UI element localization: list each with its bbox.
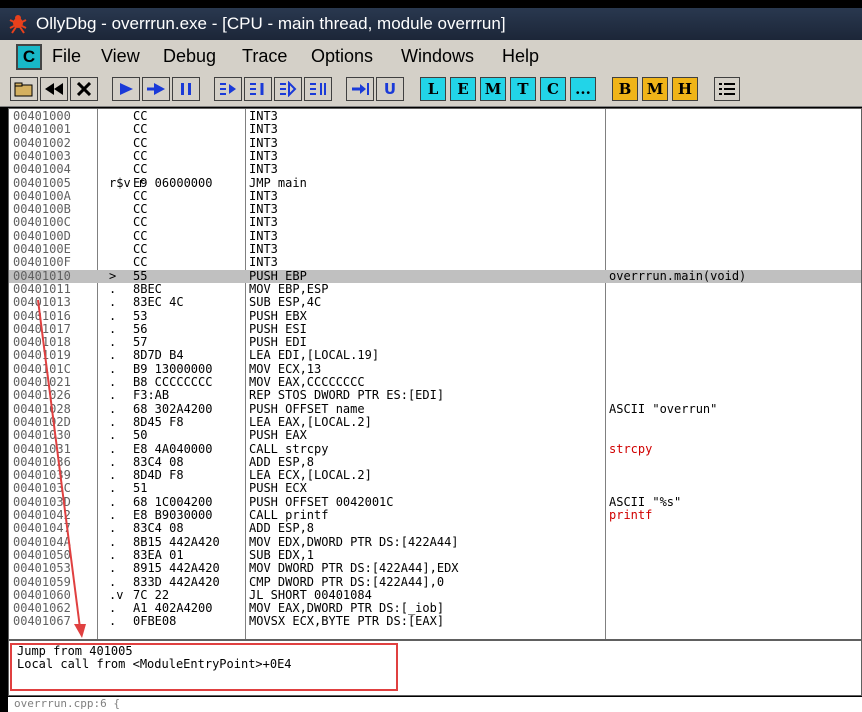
highlight-box (10, 643, 398, 691)
source-status: overrrun.cpp:6 { (8, 697, 862, 712)
annotation-arrow (37, 299, 86, 638)
